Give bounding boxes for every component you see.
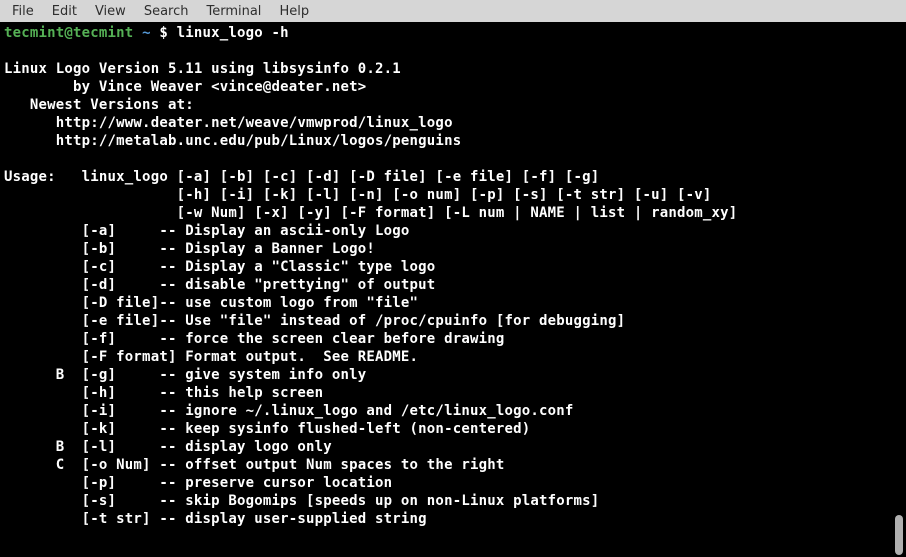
output-line: [-h] -- this help screen xyxy=(4,385,323,401)
output-line: Usage: linux_logo [-a] [-b] [-c] [-d] [-… xyxy=(4,169,599,185)
output-line: [-e file]-- Use "file" instead of /proc/… xyxy=(4,313,625,329)
menu-file[interactable]: File xyxy=(4,3,42,20)
output-line: [-i] -- ignore ~/.linux_logo and /etc/li… xyxy=(4,403,574,419)
output-line: [-k] -- keep sysinfo flushed-left (non-c… xyxy=(4,421,530,437)
output-line: Linux Logo Version 5.11 using libsysinfo… xyxy=(4,61,401,77)
command-text: linux_logo -h xyxy=(177,25,289,41)
output-line: http://www.deater.net/weave/vmwprod/linu… xyxy=(4,115,453,131)
scrollbar[interactable] xyxy=(894,22,904,557)
output-line: B [-g] -- give system info only xyxy=(4,367,366,383)
output-line: [-F format] Format output. See README. xyxy=(4,349,418,365)
output-line: [-a] -- Display an ascii-only Logo xyxy=(4,223,410,239)
output-line: [-b] -- Display a Banner Logo! xyxy=(4,241,375,257)
output-line: C [-o Num] -- offset output Num spaces t… xyxy=(4,457,504,473)
scrollbar-thumb[interactable] xyxy=(895,515,903,555)
menu-terminal[interactable]: Terminal xyxy=(198,3,269,20)
output-line: [-p] -- preserve cursor location xyxy=(4,475,392,491)
menu-edit[interactable]: Edit xyxy=(44,3,85,20)
terminal-output[interactable]: tecmint@tecmint ~ $ linux_logo -h Linux … xyxy=(0,22,906,557)
output-line: http://metalab.unc.edu/pub/Linux/logos/p… xyxy=(4,133,461,149)
output-line: [-D file]-- use custom logo from "file" xyxy=(4,295,418,311)
menu-help[interactable]: Help xyxy=(271,3,317,20)
output-line: [-f] -- force the screen clear before dr… xyxy=(4,331,504,347)
menu-view[interactable]: View xyxy=(87,3,134,20)
output-line: [-s] -- skip Bogomips [speeds up on non-… xyxy=(4,493,599,509)
menubar: File Edit View Search Terminal Help xyxy=(0,0,906,22)
output-line: [-c] -- Display a "Classic" type logo xyxy=(4,259,435,275)
prompt-symbol: $ xyxy=(159,25,168,41)
output-line: by Vince Weaver <vince@deater.net> xyxy=(4,79,366,95)
output-line: B [-l] -- display logo only xyxy=(4,439,332,455)
output-line: [-t str] -- display user-supplied string xyxy=(4,511,427,527)
menu-search[interactable]: Search xyxy=(136,3,197,20)
output-line: [-h] [-i] [-k] [-l] [-n] [-o num] [-p] [… xyxy=(4,187,712,203)
prompt-user: tecmint@tecmint xyxy=(4,25,133,41)
output-line: [-w Num] [-x] [-y] [-F format] [-L num |… xyxy=(4,205,737,221)
output-line: Newest Versions at: xyxy=(4,97,194,113)
output-line: [-d] -- disable "prettying" of output xyxy=(4,277,435,293)
prompt-path: ~ xyxy=(142,25,151,41)
